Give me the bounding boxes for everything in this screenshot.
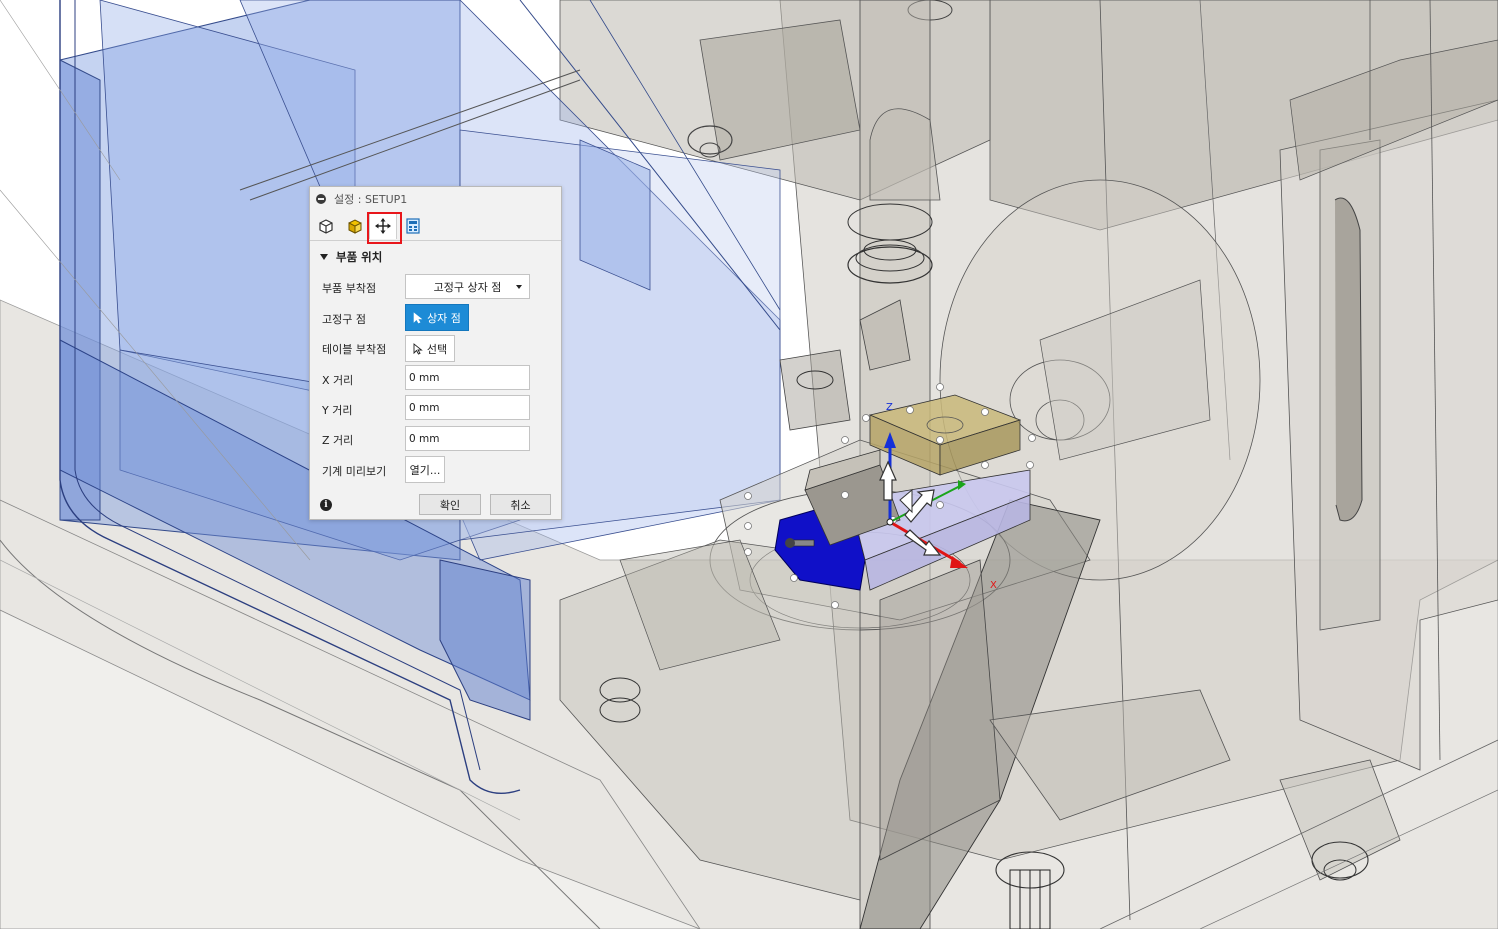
section-part-position[interactable]: 부품 위치	[320, 249, 382, 265]
ok-button[interactable]: 확인	[419, 494, 481, 515]
collapse-icon[interactable]	[316, 194, 326, 204]
tab-setup[interactable]	[312, 213, 340, 239]
y-distance-input[interactable]: 0 mm	[405, 395, 530, 420]
table-attach-button-label: 선택	[426, 342, 448, 356]
machine-preview-open-button[interactable]: 열기...	[405, 456, 445, 483]
axis-label-z: Z	[886, 402, 893, 413]
stock-cube-icon	[348, 219, 362, 234]
tab-part-position[interactable]	[369, 213, 397, 239]
3d-viewport[interactable]: Z X	[0, 0, 1498, 929]
info-icon[interactable]: i	[320, 499, 332, 511]
collapse-triangle-icon	[320, 254, 328, 260]
dialog-tabs	[310, 211, 561, 244]
machine-preview-label: 기계 미리보기	[322, 465, 387, 478]
z-distance-label: Z 거리	[322, 434, 354, 447]
z-distance-input[interactable]: 0 mm	[405, 426, 530, 451]
part-attach-value: 고정구 상자 점	[433, 280, 502, 294]
y-distance-label: Y 거리	[322, 404, 353, 417]
x-distance-input[interactable]: 0 mm	[405, 365, 530, 390]
part-attach-label: 부품 부착점	[322, 282, 377, 295]
setup-dialog: 설정 : SETUP1 부품 위치 부품 부착점 고정구 상자 점 고정구 점 …	[309, 186, 562, 520]
table-attach-select-button[interactable]: 선택	[405, 335, 455, 362]
x-distance-label: X 거리	[322, 374, 354, 387]
post-process-icon	[406, 218, 420, 234]
move-arrows-icon	[375, 218, 391, 234]
tab-post-process[interactable]	[399, 213, 427, 239]
fixture-point-button-label: 상자 점	[427, 311, 461, 325]
axis-label-x: X	[990, 580, 997, 591]
tab-stock[interactable]	[341, 213, 369, 239]
dialog-titlebar[interactable]: 설정 : SETUP1	[310, 187, 561, 211]
part-attach-select[interactable]: 고정구 상자 점	[405, 274, 530, 299]
dialog-title: 설정 : SETUP1	[334, 193, 408, 206]
table-attach-label: 테이블 부착점	[322, 343, 387, 356]
pointer-icon	[413, 342, 423, 355]
fixture-point-button[interactable]: 상자 점	[405, 304, 469, 331]
cancel-button[interactable]: 취소	[490, 494, 551, 515]
machine-background	[0, 0, 1498, 929]
fixture-point-label: 고정구 점	[322, 313, 366, 326]
pointer-icon	[413, 311, 423, 323]
chevron-down-icon	[516, 285, 522, 289]
section-title: 부품 위치	[336, 250, 383, 264]
setup-box-icon	[319, 219, 333, 234]
